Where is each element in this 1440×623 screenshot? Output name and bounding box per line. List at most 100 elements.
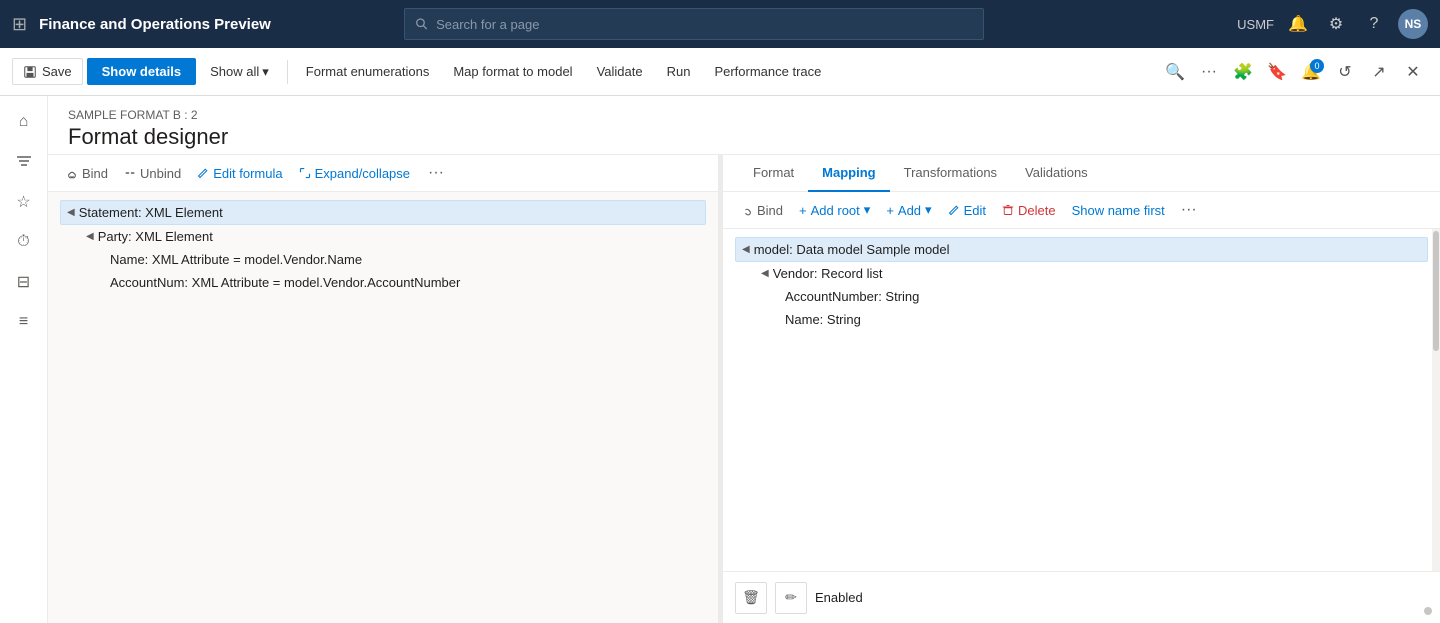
tree-item-label-party: Party: XML Element — [98, 229, 213, 244]
help-icon[interactable]: ? — [1360, 10, 1388, 38]
expand-collapse-button[interactable]: Expand/collapse — [293, 163, 416, 184]
right-toolbar: Bind + Add root ▾ + Add ▾ — [723, 192, 1440, 229]
left-tree-view: ◀ Statement: XML Element ◀ Party: XML El… — [48, 192, 718, 623]
sidebar-icon-grid[interactable]: ⊟ — [6, 264, 42, 300]
search-icon — [415, 17, 428, 31]
tree-item-accountnumber[interactable]: AccountNumber: String — [735, 285, 1428, 308]
close-button[interactable]: ✕ — [1398, 57, 1428, 87]
right-bind-button[interactable]: Bind — [735, 200, 789, 221]
show-details-button[interactable]: Show details — [87, 58, 196, 85]
sidebar-icon-star[interactable]: ☆ — [6, 184, 42, 220]
right-scrollbar[interactable] — [1432, 229, 1440, 571]
tree-item-statement[interactable]: ◀ Statement: XML Element — [60, 200, 706, 225]
tree-item-label-accountnumber: AccountNumber: String — [785, 289, 919, 304]
map-format-button[interactable]: Map format to model — [443, 59, 582, 84]
sidebar-icon-clock[interactable]: ⏱ — [6, 224, 42, 260]
tab-transformations[interactable]: Transformations — [890, 155, 1011, 192]
left-sidebar: ⌂ ☆ ⏱ ⊟ ≡ — [0, 96, 48, 623]
toggle-vendor[interactable]: ◀ — [761, 268, 769, 279]
search-bar[interactable] — [404, 8, 984, 40]
split-pane: Bind Unbind Edit formula — [48, 155, 1440, 623]
puzzle-icon-button[interactable]: 🧩 — [1228, 57, 1258, 87]
toggle-statement[interactable]: ◀ — [67, 207, 75, 218]
add-button[interactable]: + Add ▾ — [880, 199, 937, 221]
sidebar-icon-list[interactable]: ≡ — [6, 304, 42, 340]
edit-button[interactable]: Edit — [942, 200, 992, 221]
settings-icon[interactable]: ⚙ — [1322, 10, 1350, 38]
refresh-button[interactable]: ↺ — [1330, 57, 1360, 87]
right-scrollbar-thumb[interactable] — [1433, 231, 1439, 351]
tree-item-label-vendor: Vendor: Record list — [773, 266, 883, 281]
tab-format[interactable]: Format — [739, 155, 808, 192]
tree-item-label-model: model: Data model Sample model — [754, 242, 950, 257]
tree-item-vendor[interactable]: ◀ Vendor: Record list — [735, 262, 1428, 285]
delete-button[interactable]: Delete — [996, 200, 1062, 221]
search-input[interactable] — [436, 17, 973, 32]
toolbar-right: 🔍 ··· 🧩 🔖 🔔 0 ↺ ↗ ✕ — [1160, 57, 1428, 87]
tab-validations[interactable]: Validations — [1011, 155, 1102, 192]
app-grid-icon[interactable]: ⊞ — [12, 14, 27, 35]
link2-icon — [741, 204, 753, 216]
unlink-icon — [124, 167, 136, 179]
breadcrumb: SAMPLE FORMAT B : 2 — [68, 108, 1420, 122]
show-name-first-button[interactable]: Show name first — [1066, 200, 1171, 221]
app-title: Finance and Operations Preview — [39, 16, 271, 33]
toggle-model[interactable]: ◀ — [742, 244, 750, 255]
sidebar-icon-home[interactable]: ⌂ — [6, 104, 42, 140]
notification-badge-button[interactable]: 🔔 0 — [1296, 57, 1326, 87]
add-root-button[interactable]: + Add root ▾ — [793, 199, 876, 221]
tree-item-label-accountnum: AccountNum: XML Attribute = model.Vendor… — [110, 275, 460, 290]
tree-item-name[interactable]: Name: XML Attribute = model.Vendor.Name — [60, 248, 706, 271]
format-enumerations-button[interactable]: Format enumerations — [296, 59, 440, 84]
plus2-icon: + — [886, 203, 894, 218]
bell-icon[interactable]: 🔔 — [1284, 10, 1312, 38]
expand-icon — [299, 167, 311, 179]
pencil-icon — [197, 167, 209, 179]
unbind-button[interactable]: Unbind — [118, 163, 187, 184]
bottom-edit-button[interactable]: ✏ — [775, 582, 807, 614]
save-button[interactable]: Save — [12, 58, 83, 85]
edit-icon — [948, 204, 960, 216]
more-options-button[interactable]: ··· — [1194, 57, 1224, 87]
run-button[interactable]: Run — [657, 59, 701, 84]
plus-icon: + — [799, 203, 807, 218]
nav-right: USMF 🔔 ⚙ ? NS — [1237, 9, 1428, 39]
tree-item-accountnum[interactable]: AccountNum: XML Attribute = model.Vendor… — [60, 271, 706, 294]
avatar[interactable]: NS — [1398, 9, 1428, 39]
right-tree-view: ◀ model: Data model Sample model ◀ Vendo… — [723, 229, 1440, 571]
toolbar: Save Show details Show all ▾ Format enum… — [0, 48, 1440, 96]
enabled-label: Enabled — [815, 590, 863, 605]
content-area: SAMPLE FORMAT B : 2 Format designer Bind — [48, 96, 1440, 623]
status-dot — [1424, 607, 1432, 615]
bookmark-icon-button[interactable]: 🔖 — [1262, 57, 1292, 87]
tree-item-label-namestring: Name: String — [785, 312, 861, 327]
tree-item-namestring[interactable]: Name: String — [735, 308, 1428, 331]
tree-item-label-name: Name: XML Attribute = model.Vendor.Name — [110, 252, 362, 267]
search-button[interactable]: 🔍 — [1160, 57, 1190, 87]
right-pane: Format Mapping Transformations Validatio… — [723, 155, 1440, 623]
trash-icon — [1002, 204, 1014, 216]
page-header: SAMPLE FORMAT B : 2 Format designer — [48, 96, 1440, 155]
validate-button[interactable]: Validate — [587, 59, 653, 84]
main-layout: ⌂ ☆ ⏱ ⊟ ≡ SAMPLE FORMAT B : 2 Format des… — [0, 96, 1440, 623]
edit-formula-button[interactable]: Edit formula — [191, 163, 288, 184]
bottom-panel: 🗑 ✏ Enabled — [723, 571, 1440, 623]
bottom-delete-button[interactable]: 🗑 — [735, 582, 767, 614]
right-toolbar-more-button[interactable]: ··· — [1175, 198, 1203, 222]
left-toolbar: Bind Unbind Edit formula — [48, 155, 718, 192]
toolbar-separator-1 — [287, 60, 288, 84]
add-root-chevron-icon: ▾ — [864, 202, 871, 218]
tree-item-model[interactable]: ◀ model: Data model Sample model — [735, 237, 1428, 262]
open-in-new-button[interactable]: ↗ — [1364, 57, 1394, 87]
left-pane: Bind Unbind Edit formula — [48, 155, 718, 623]
tree-item-party[interactable]: ◀ Party: XML Element — [60, 225, 706, 248]
bind-button[interactable]: Bind — [60, 163, 114, 184]
performance-trace-button[interactable]: Performance trace — [704, 59, 831, 84]
toggle-party[interactable]: ◀ — [86, 231, 94, 242]
left-toolbar-more-button[interactable]: ··· — [422, 161, 450, 185]
page-title: Format designer — [68, 124, 1420, 150]
show-all-button[interactable]: Show all ▾ — [200, 59, 279, 85]
sidebar-icon-filter[interactable] — [6, 144, 42, 180]
show-all-chevron-icon: ▾ — [262, 64, 269, 80]
tab-mapping[interactable]: Mapping — [808, 155, 889, 192]
